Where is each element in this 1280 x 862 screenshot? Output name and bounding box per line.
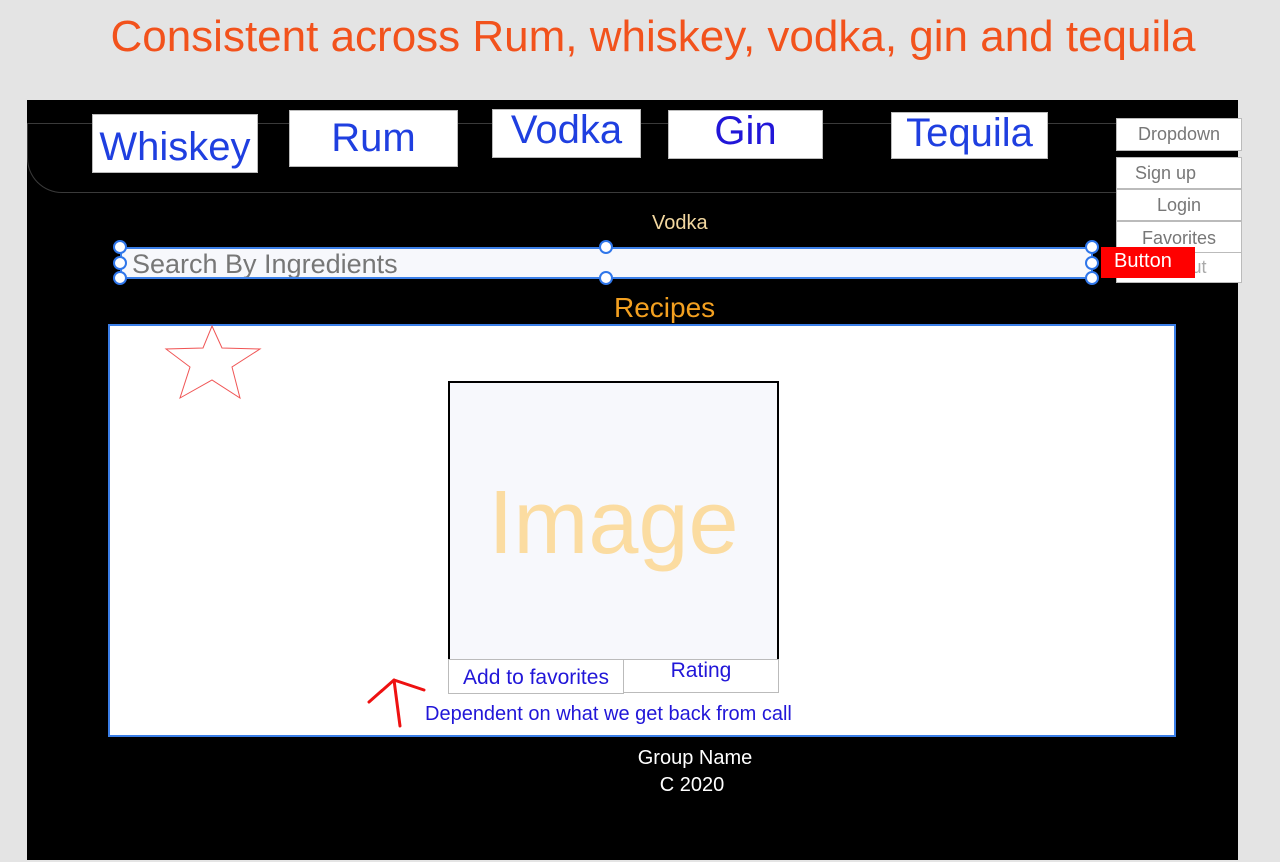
resize-handle-bottom-right[interactable] (1085, 271, 1099, 285)
add-to-favorites-button[interactable]: Add to favorites (448, 659, 624, 694)
annotation-note: Dependent on what we get back from call (425, 703, 792, 725)
resize-handle-middle-right[interactable] (1085, 256, 1099, 270)
resize-handle-middle-left[interactable] (113, 256, 127, 270)
resize-handle-bottom-left[interactable] (113, 271, 127, 285)
resize-handle-top-right[interactable] (1085, 240, 1099, 254)
page-subtitle: Vodka (652, 212, 708, 234)
tab-tequila[interactable]: Tequila (891, 111, 1048, 159)
tab-vodka[interactable]: Vodka (492, 108, 641, 158)
arrow-up-icon (367, 678, 426, 728)
star-icon[interactable] (160, 322, 266, 402)
resize-handle-top-left[interactable] (113, 240, 127, 254)
dropdown-toggle[interactable]: Dropdown (1116, 118, 1242, 151)
search-button[interactable]: Button (1101, 247, 1195, 278)
resize-handle-top-center[interactable] (599, 240, 613, 254)
tab-gin[interactable]: Gin (668, 109, 823, 159)
page-headline: Consistent across Rum, whiskey, vodka, g… (110, 12, 1196, 61)
recipe-image-placeholder: Image (448, 381, 779, 666)
resize-handle-bottom-center[interactable] (599, 271, 613, 285)
tab-rum[interactable]: Rum (289, 110, 458, 167)
tab-whiskey[interactable]: Whiskey (92, 114, 258, 173)
dropdown-item-signup[interactable]: Sign up (1116, 157, 1242, 189)
dropdown-item-login[interactable]: Login (1116, 189, 1242, 221)
footer-copyright: C 2020 (659, 774, 725, 796)
footer-group-name: Group Name (637, 747, 753, 769)
recipes-title: Recipes (614, 292, 716, 323)
rating-button[interactable]: Rating (623, 659, 779, 693)
